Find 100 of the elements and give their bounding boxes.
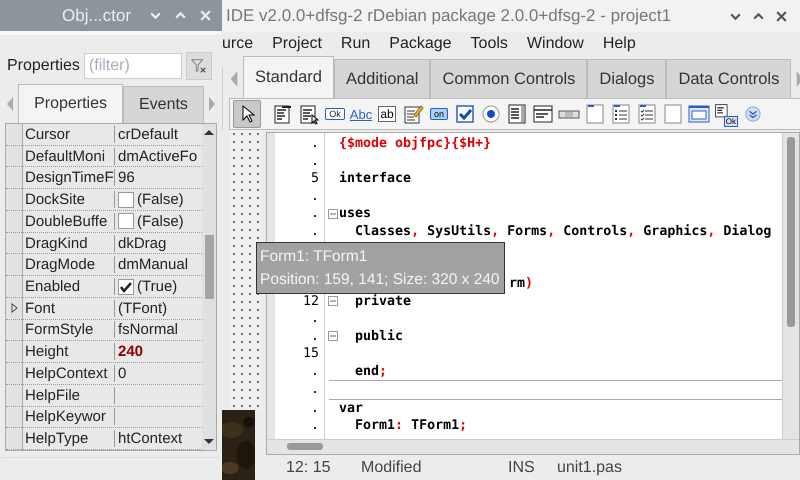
property-name: DefaultMoni bbox=[23, 148, 115, 165]
window-title: Obj...ctor bbox=[61, 6, 132, 26]
filter-field[interactable]: (filter) bbox=[84, 53, 182, 79]
line-number: 12 bbox=[302, 294, 319, 309]
list-window-icon bbox=[532, 103, 554, 125]
checkbox[interactable] bbox=[118, 278, 134, 294]
expand-icon[interactable] bbox=[745, 106, 761, 122]
code-line: public bbox=[354, 328, 404, 344]
scroll-thumb[interactable] bbox=[204, 235, 214, 299]
code-line: rm) bbox=[509, 276, 534, 292]
checkbox[interactable] bbox=[118, 213, 134, 230]
line-number: . bbox=[310, 154, 319, 169]
line-number: . bbox=[310, 311, 319, 326]
property-name: DragKind bbox=[23, 234, 115, 252]
filter-label: Properties bbox=[7, 57, 80, 75]
expand-icon[interactable] bbox=[11, 303, 18, 314]
line-number: . bbox=[310, 206, 319, 222]
property-value: dmActiveFo bbox=[118, 148, 198, 165]
window-title: IDE v2.0.0+dfsg-2 rDebian package 2.0.0+dfsg-2 - project1 bbox=[225, 6, 672, 26]
property-value: htContext bbox=[118, 430, 182, 448]
scroll-thumb[interactable] bbox=[787, 137, 795, 327]
scroll-down-icon[interactable] bbox=[204, 439, 214, 445]
property-name: Height bbox=[23, 343, 115, 360]
fold-icon[interactable] bbox=[328, 331, 338, 342]
property-value: 240 bbox=[118, 343, 144, 360]
property-value: (False) bbox=[137, 191, 184, 208]
property-value: crDefault bbox=[118, 126, 178, 143]
label-component-button[interactable]: Abc bbox=[349, 101, 373, 127]
line-number: . bbox=[310, 418, 319, 434]
line-number: 15 bbox=[302, 346, 319, 362]
property-value: dmManual bbox=[118, 256, 188, 274]
edit-component-button[interactable]: ab bbox=[375, 101, 399, 127]
scroll-thumb[interactable] bbox=[287, 443, 323, 450]
cursor-position: 12: 15 bbox=[285, 458, 332, 476]
property-value: 96 bbox=[118, 169, 135, 186]
property-name: FormStyle bbox=[23, 321, 115, 338]
blank-square-icon bbox=[662, 103, 684, 125]
button-component-button[interactable]: Ok bbox=[323, 101, 347, 127]
line-number: . bbox=[310, 188, 319, 204]
property-value: (False) bbox=[137, 212, 184, 230]
menu-icon bbox=[272, 103, 294, 125]
palette-tab[interactable]: Dialogs bbox=[587, 59, 666, 98]
radio-icon bbox=[480, 103, 502, 125]
property-value: dkDrag bbox=[118, 234, 166, 252]
code-line: private bbox=[354, 294, 412, 309]
menu-item[interactable]: Window bbox=[526, 35, 584, 53]
property-name: HelpKeywor bbox=[23, 408, 115, 426]
filter-clear-icon bbox=[190, 57, 208, 75]
panel-icon bbox=[584, 103, 606, 125]
inspector-tab[interactable]: Events bbox=[123, 86, 204, 123]
menu-item[interactable]: Run bbox=[340, 35, 370, 53]
horizontal-scrollbar[interactable] bbox=[267, 439, 799, 454]
vertical-scrollbar[interactable] bbox=[202, 124, 216, 450]
menu-item[interactable]: Tools bbox=[470, 35, 508, 53]
menu-item[interactable]: Package bbox=[389, 35, 452, 53]
modified-status: Modified bbox=[361, 458, 422, 476]
code-line: end; bbox=[354, 364, 388, 379]
file-name: unit1.pas bbox=[557, 458, 622, 476]
insert-mode: INS bbox=[508, 458, 536, 476]
inspector-tab[interactable]: Properties bbox=[18, 84, 123, 123]
line-number: . bbox=[310, 364, 319, 379]
property-name: Font bbox=[23, 300, 115, 317]
fold-icon[interactable] bbox=[328, 208, 338, 219]
code-line: Classes, SysUtils, Forms, Controls, Graphics, Dialog bbox=[354, 224, 772, 239]
property-name: HelpContext bbox=[23, 364, 115, 382]
fold-icon[interactable] bbox=[328, 296, 338, 306]
property-name: DragMode bbox=[23, 256, 115, 274]
palette-tab[interactable]: Additional bbox=[334, 59, 430, 98]
property-name: Enabled bbox=[23, 278, 115, 295]
menu-item[interactable]: urce bbox=[222, 35, 254, 53]
scroll-up-icon[interactable] bbox=[204, 129, 214, 135]
menu-cursor-icon bbox=[298, 103, 320, 125]
property-name: DockSite bbox=[23, 191, 115, 208]
property-name: HelpFile bbox=[23, 386, 115, 404]
list-icon bbox=[506, 103, 528, 125]
code-line: var bbox=[339, 400, 364, 416]
notepad-pencil-icon bbox=[402, 103, 424, 125]
palette-tab[interactable]: Data Controls bbox=[666, 59, 792, 98]
menu-item[interactable]: Project bbox=[272, 35, 322, 53]
close-icon[interactable] bbox=[775, 10, 788, 22]
property-name: HelpType bbox=[23, 430, 115, 448]
property-name: DesignTimeF bbox=[23, 169, 115, 186]
palette-tab[interactable]: Standard bbox=[243, 56, 334, 98]
clear-filter-button[interactable] bbox=[186, 52, 212, 80]
property-name: DoubleBuffe bbox=[23, 212, 115, 230]
actionlist-component-button[interactable]: Ok bbox=[713, 101, 737, 127]
pointer-component-button[interactable] bbox=[233, 100, 261, 128]
line-number: . bbox=[310, 328, 319, 344]
code-line: Form1: TForm1; bbox=[354, 418, 468, 434]
toggle-component-button[interactable]: on bbox=[427, 101, 451, 127]
vertical-scrollbar[interactable] bbox=[782, 133, 799, 439]
palette-tab[interactable]: Common Controls bbox=[430, 59, 588, 98]
checkbox-icon bbox=[454, 103, 476, 125]
property-value: 0 bbox=[118, 364, 126, 382]
line-number: . bbox=[310, 136, 319, 152]
property-value: fsNormal bbox=[118, 321, 178, 338]
checkbox[interactable] bbox=[118, 192, 134, 208]
bullet-list-icon bbox=[610, 103, 632, 125]
ok-badge: Ok bbox=[724, 116, 738, 127]
menu-item[interactable]: Help bbox=[602, 35, 636, 53]
